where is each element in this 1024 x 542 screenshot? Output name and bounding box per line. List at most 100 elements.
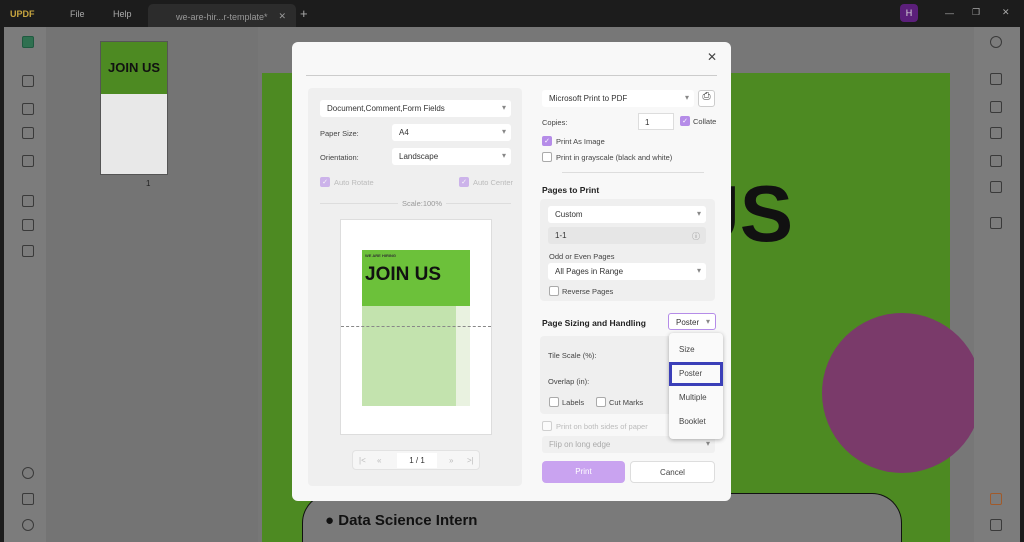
ocr-icon[interactable] <box>22 219 34 231</box>
menu-item-poster[interactable]: Poster <box>669 362 723 386</box>
page-range-input[interactable]: 1-1 ⓘ <box>548 227 706 244</box>
protect-doc-icon[interactable] <box>990 127 1002 139</box>
cut-marks-label: Cut Marks <box>609 398 644 407</box>
content-select[interactable]: Document,Comment,Form Fields <box>320 100 511 117</box>
prev-page-icon[interactable]: « <box>377 456 381 465</box>
reverse-pages-label: Reverse Pages <box>562 287 614 296</box>
print-as-image-checkbox[interactable]: ✓ <box>542 136 552 146</box>
ai-icon[interactable] <box>990 493 1002 505</box>
header-divider <box>306 75 717 76</box>
doc-circle <box>822 313 982 473</box>
next-page-icon[interactable]: » <box>449 456 453 465</box>
preview-banner: WE ARE HIRING JOIN US <box>362 250 470 306</box>
close-dialog-icon[interactable]: ✕ <box>707 50 717 64</box>
cancel-button[interactable]: Cancel <box>630 461 715 483</box>
document-tab[interactable]: we-are-hir...r-template* ✕ <box>148 4 296 28</box>
current-page: 1 <box>409 456 414 465</box>
menu-item-booklet[interactable]: Booklet <box>669 410 723 434</box>
share-icon[interactable] <box>990 155 1002 167</box>
app-logo: UPDF <box>10 9 35 19</box>
section-text: Data Science Intern <box>338 512 478 529</box>
overlap-label: Overlap (in): <box>548 377 590 386</box>
print-preview: WE ARE HIRING JOIN US <box>340 219 492 435</box>
save-icon[interactable] <box>990 217 1002 229</box>
thumbnail-title: JOIN US <box>101 42 167 94</box>
orientation-select[interactable]: Landscape <box>392 148 511 165</box>
total-pages: 1 <box>420 456 425 465</box>
pages-mode-select[interactable]: Custom <box>548 206 706 223</box>
reverse-pages-checkbox[interactable] <box>549 286 559 296</box>
export-icon[interactable] <box>990 101 1002 113</box>
odd-even-label: Odd or Even Pages <box>549 252 615 261</box>
collate-label: Collate <box>693 117 717 126</box>
doc-section-title: ● Data Science Intern <box>325 512 478 529</box>
chat-icon[interactable] <box>990 519 1002 531</box>
attachment-icon[interactable] <box>22 519 34 531</box>
both-sides-checkbox[interactable] <box>542 421 552 431</box>
search-icon[interactable] <box>990 36 1002 48</box>
print-button[interactable]: Print <box>542 461 625 483</box>
menu-file[interactable]: File <box>70 9 85 19</box>
form-icon[interactable] <box>22 155 34 167</box>
scale-label: Scale:100% <box>398 199 447 208</box>
close-tab-icon[interactable]: ✕ <box>278 11 286 22</box>
both-sides-label: Print on both sides of paper <box>556 422 648 431</box>
email-icon[interactable] <box>990 181 1002 193</box>
grayscale-checkbox[interactable] <box>542 152 552 162</box>
left-toolbar <box>4 27 46 542</box>
printer-properties-icon[interactable]: ⎙ <box>698 90 715 107</box>
grayscale-label: Print in grayscale (black and white) <box>556 153 673 162</box>
cut-marks-checkbox[interactable] <box>596 397 606 407</box>
collate-checkbox[interactable]: ✓ <box>680 116 690 126</box>
menu-item-multiple[interactable]: Multiple <box>669 386 723 410</box>
divider <box>562 172 704 173</box>
auto-center-checkbox[interactable]: ✓ <box>459 177 469 187</box>
avatar[interactable]: H <box>900 4 918 22</box>
menu-help[interactable]: Help <box>113 9 132 19</box>
menu-item-size[interactable]: Size <box>669 338 723 362</box>
sizing-heading: Page Sizing and Handling <box>542 318 646 328</box>
restore-icon[interactable]: ❐ <box>972 7 980 18</box>
thumbnail-view-icon[interactable] <box>22 36 34 48</box>
close-window-icon[interactable]: ✕ <box>1002 7 1010 18</box>
pages-heading: Pages to Print <box>542 185 600 195</box>
help-icon[interactable]: ⓘ <box>692 231 700 242</box>
organize-icon[interactable] <box>22 127 34 139</box>
edit-icon[interactable] <box>22 103 34 115</box>
tile-line <box>341 326 491 327</box>
preview-panel: Document,Comment,Form Fields Paper Size:… <box>308 88 522 486</box>
minimize-icon[interactable]: — <box>945 8 954 18</box>
orientation-label: Orientation: <box>320 153 359 162</box>
print-as-image-label: Print As Image <box>556 137 605 146</box>
page-navigator: |< « 1 / 1 » >| <box>352 450 480 470</box>
labels-checkbox[interactable] <box>549 397 559 407</box>
odd-even-select[interactable]: All Pages in Range <box>548 263 706 280</box>
page-separator: / <box>415 456 419 465</box>
preview-body <box>362 306 456 406</box>
bookmark-icon[interactable] <box>22 493 34 505</box>
layers-icon[interactable] <box>22 467 34 479</box>
printer-select[interactable]: Microsoft Print to PDF <box>542 90 694 107</box>
copies-stepper[interactable]: 1 <box>638 113 674 130</box>
paper-size-label: Paper Size: <box>320 129 359 138</box>
auto-rotate-label: Auto Rotate <box>334 178 374 187</box>
right-sidebar <box>974 27 1020 542</box>
convert-icon[interactable] <box>990 73 1002 85</box>
paper-size-select[interactable]: A4 <box>392 124 511 141</box>
last-page-icon[interactable]: >| <box>467 456 474 465</box>
first-page-icon[interactable]: |< <box>359 456 366 465</box>
tile-scale-label: Tile Scale (%): <box>548 351 597 360</box>
sizing-dropdown-menu: Size Poster Multiple Booklet <box>669 333 723 439</box>
print-dialog: ✕ Document,Comment,Form Fields Paper Siz… <box>292 42 731 501</box>
title-bar: UPDF File Help we-are-hir...r-template* ✕… <box>0 0 1024 28</box>
auto-rotate-checkbox[interactable]: ✓ <box>320 177 330 187</box>
comment-icon[interactable] <box>22 75 34 87</box>
auto-center-label: Auto Center <box>473 178 514 187</box>
sizing-mode-select[interactable]: Poster <box>668 313 716 330</box>
page-indicator[interactable]: 1 / 1 <box>397 453 437 468</box>
protect-icon[interactable] <box>22 195 34 207</box>
page-number: 1 <box>146 179 151 188</box>
stamp-icon[interactable] <box>22 245 34 257</box>
new-tab-icon[interactable]: + <box>300 6 308 21</box>
page-thumbnail[interactable]: JOIN US <box>100 41 168 175</box>
